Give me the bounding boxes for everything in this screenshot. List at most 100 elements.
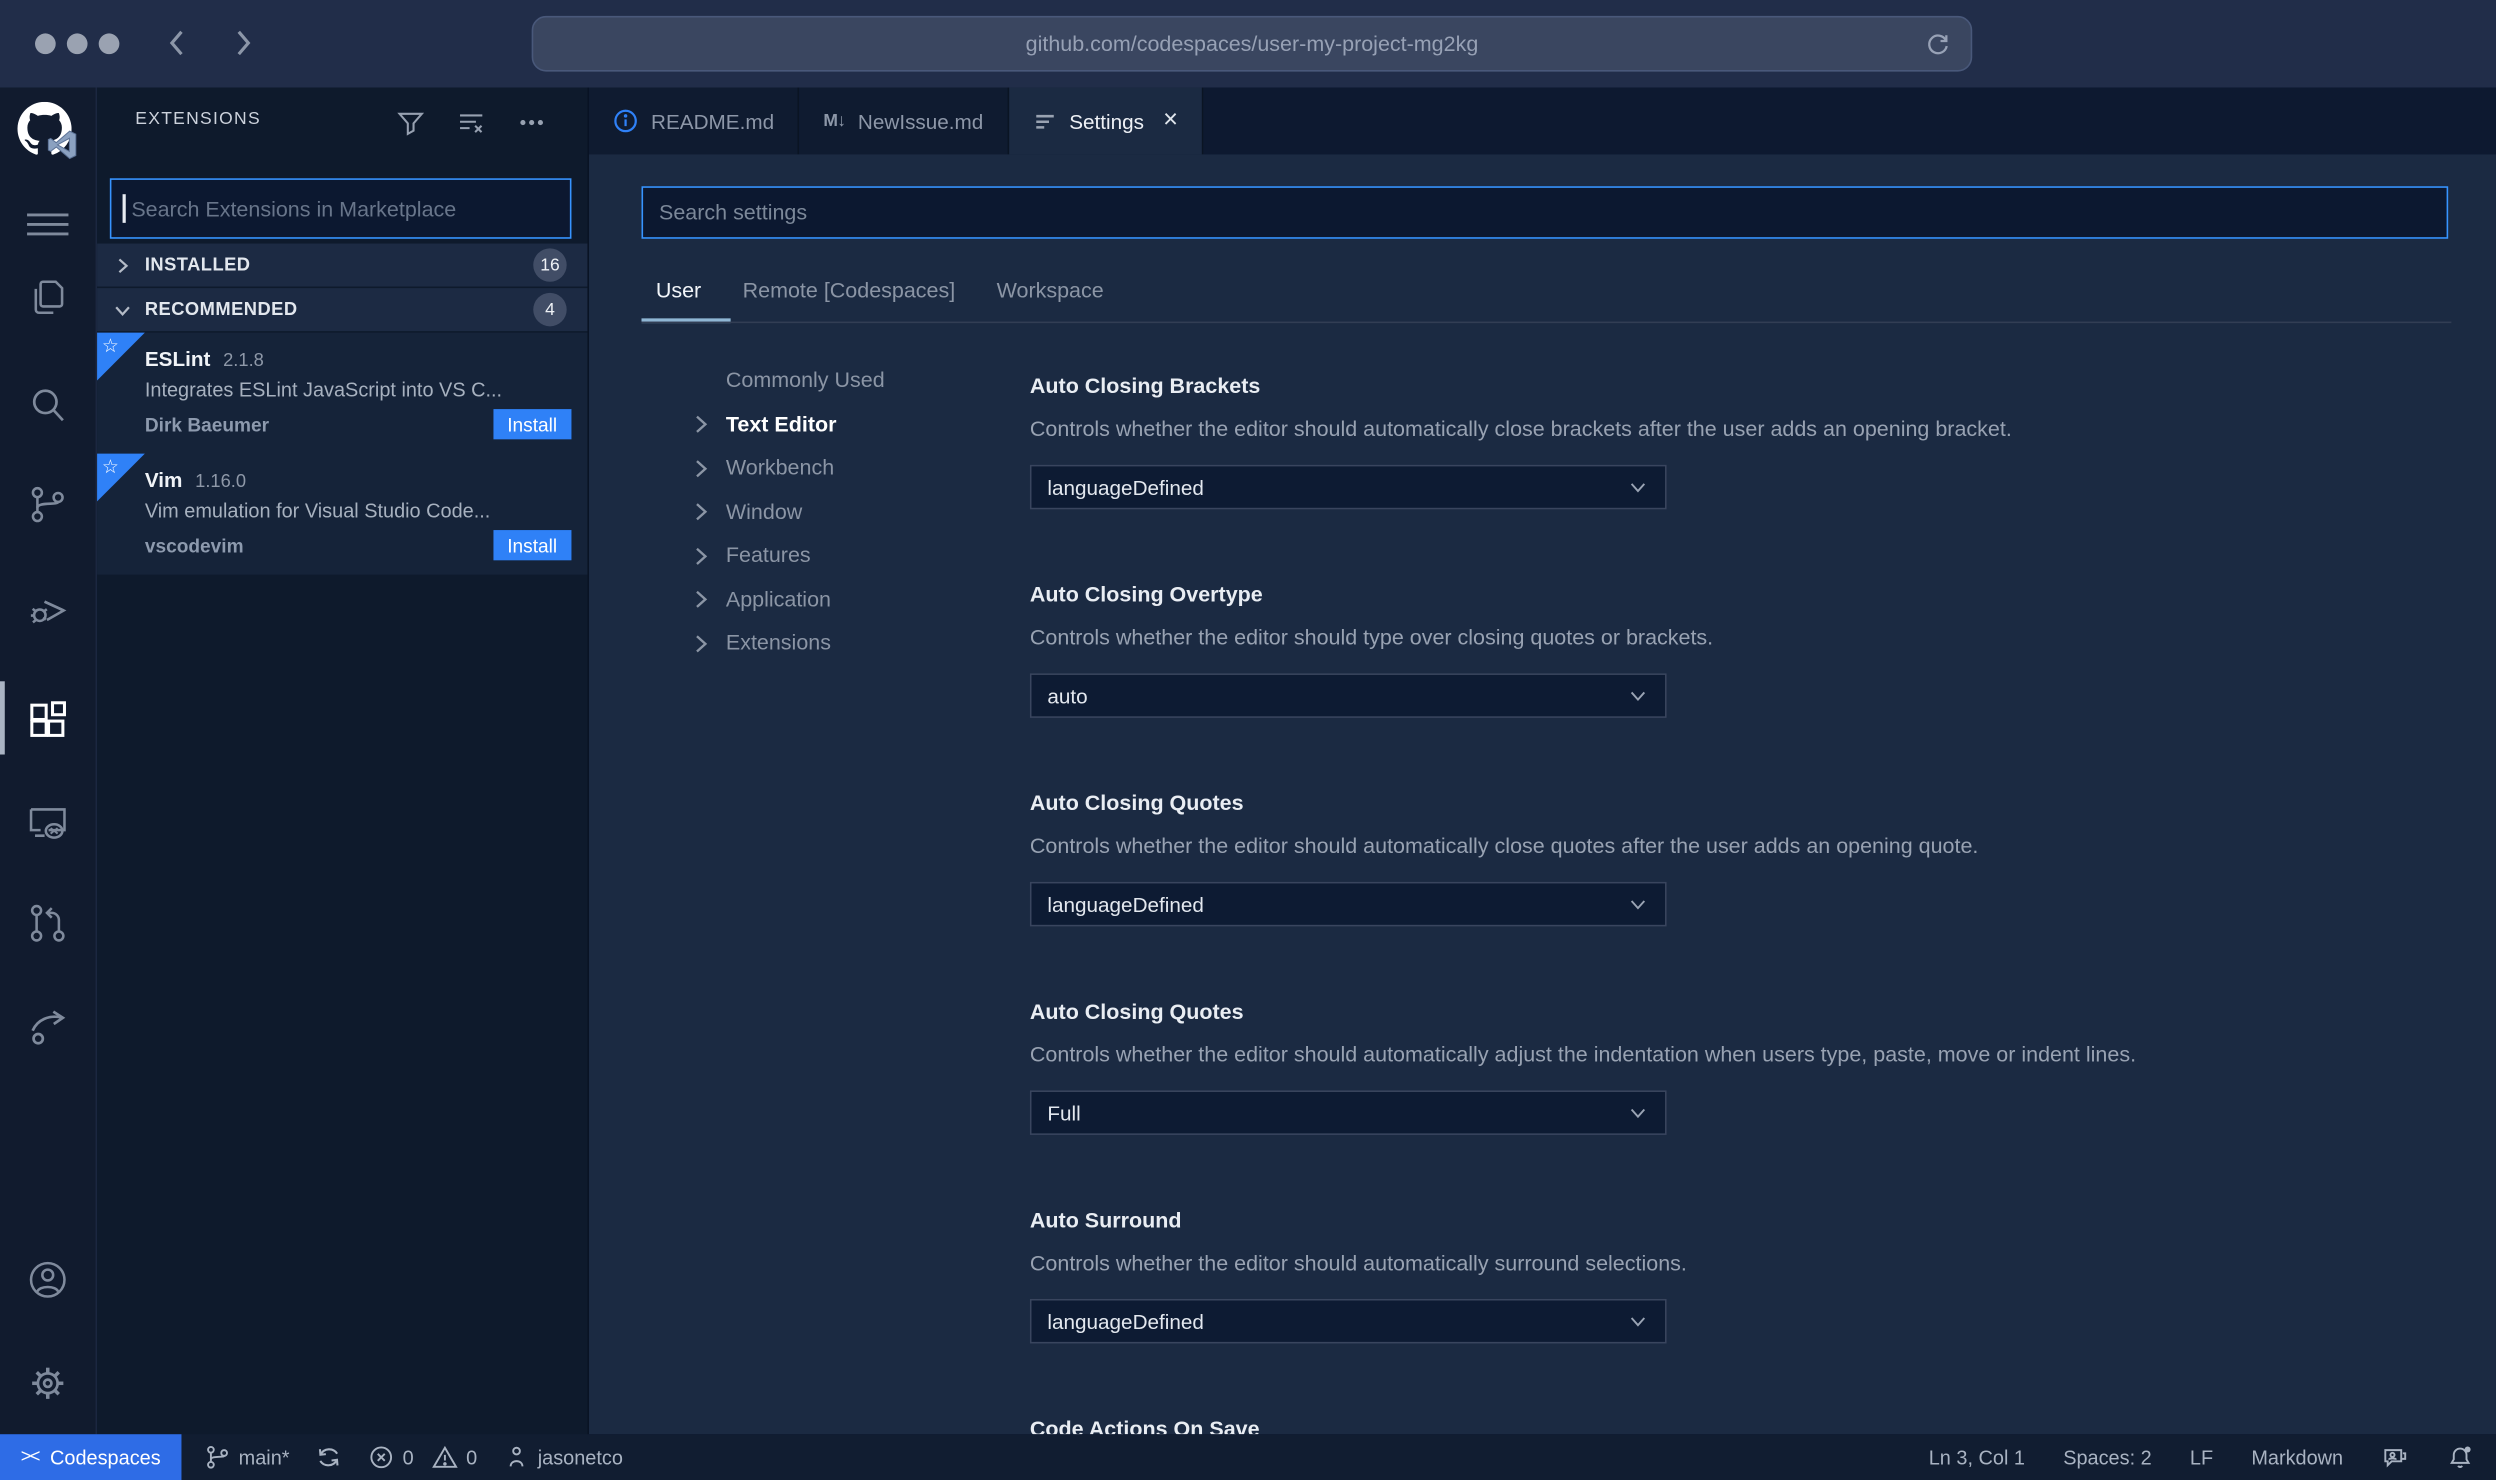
- window-close-dot[interactable]: [35, 33, 56, 55]
- install-button[interactable]: Install: [492, 409, 572, 440]
- tab-newissue[interactable]: M↓ NewIssue.md: [799, 87, 1009, 155]
- close-icon[interactable]: ×: [1163, 107, 1178, 133]
- app-window: github.com/codespaces/user-my-project-mg…: [0, 0, 2496, 1480]
- setting-dropdown[interactable]: languageDefined: [1029, 881, 1667, 927]
- setting-dropdown[interactable]: auto: [1029, 673, 1667, 718]
- problems-indicator[interactable]: 0 0: [368, 1444, 477, 1471]
- settings-gear-icon[interactable]: [25, 1361, 70, 1406]
- language-mode[interactable]: Markdown: [2251, 1446, 2343, 1468]
- eol-sequence[interactable]: LF: [2190, 1446, 2213, 1468]
- activity-bar: [0, 87, 98, 1435]
- recommended-count-badge: 4: [533, 292, 567, 327]
- active-view-indicator: [0, 681, 5, 755]
- remote-explorer-icon[interactable]: [25, 801, 70, 846]
- more-actions-icon[interactable]: [517, 108, 546, 137]
- account-icon[interactable]: [25, 1258, 70, 1303]
- setting-description: Controls whether the editor should autom…: [1029, 1042, 2137, 1067]
- tree-item-window[interactable]: Window: [661, 489, 1011, 533]
- extensions-icon[interactable]: [25, 697, 70, 742]
- extension-description: Integrates ESLint JavaScript into VS C..…: [144, 378, 503, 402]
- extension-description: Vim emulation for Visual Studio Code...: [144, 499, 491, 523]
- sync-button[interactable]: [315, 1444, 342, 1471]
- chevron-right-icon: [688, 499, 715, 524]
- filter-icon[interactable]: [396, 108, 425, 137]
- codespaces-remote-button[interactable]: >< Codespaces: [0, 1434, 182, 1480]
- window-minimize-dot[interactable]: [66, 33, 88, 55]
- section-label: INSTALLED: [144, 255, 251, 275]
- setting-description: Controls whether the editor should autom…: [1029, 1251, 1687, 1276]
- tree-item-workbench[interactable]: Workbench: [661, 446, 1011, 490]
- back-icon[interactable]: [159, 24, 197, 62]
- search-icon[interactable]: [25, 384, 70, 429]
- source-control-icon[interactable]: [25, 482, 70, 527]
- tree-item-features[interactable]: Features: [661, 533, 1011, 577]
- branch-indicator[interactable]: main*: [204, 1444, 290, 1471]
- person-icon: [503, 1444, 530, 1471]
- clear-extensions-icon[interactable]: [457, 108, 486, 137]
- scope-tab-remote[interactable]: Remote [Codespaces]: [743, 279, 956, 303]
- settings-tree: Commonly Used Text Editor Workbench Wind…: [661, 358, 1011, 664]
- indentation[interactable]: Spaces: 2: [2063, 1446, 2151, 1468]
- feedback-icon[interactable]: [2381, 1444, 2408, 1471]
- extension-item-vim[interactable]: ☆ Vim 1.16.0 Vim emulation for Visual St…: [97, 453, 587, 575]
- window-maximize-dot[interactable]: [98, 33, 120, 55]
- scope-tab-user[interactable]: User: [656, 279, 701, 303]
- forward-icon[interactable]: [223, 24, 261, 62]
- user-indicator[interactable]: jasonetco: [503, 1444, 623, 1471]
- cursor-position[interactable]: Ln 3, Col 1: [1929, 1446, 2025, 1468]
- sidebar-title: EXTENSIONS: [135, 109, 261, 129]
- codespaces-label: Codespaces: [50, 1446, 161, 1469]
- extension-item-eslint[interactable]: ☆ ESLint 2.1.8 Integrates ESLint JavaScr…: [97, 332, 587, 454]
- share-icon[interactable]: [25, 1004, 70, 1049]
- window-controls[interactable]: [35, 33, 120, 55]
- star-icon: ☆: [101, 455, 120, 478]
- setting-title: Auto Closing Quotes: [1029, 999, 1244, 1024]
- settings-search-input[interactable]: [643, 200, 2447, 225]
- install-button[interactable]: Install: [492, 530, 572, 561]
- setting-title: Auto Closing Overtype: [1029, 582, 1263, 607]
- tree-item-commonly-used[interactable]: Commonly Used: [661, 358, 1011, 402]
- extension-publisher: vscodevim: [144, 534, 244, 557]
- section-installed[interactable]: INSTALLED 16: [97, 243, 588, 287]
- section-recommended[interactable]: RECOMMENDED 4: [97, 288, 588, 332]
- chevron-right-icon: [688, 411, 715, 436]
- reload-icon[interactable]: [1923, 29, 1953, 59]
- setting-dropdown[interactable]: languageDefined: [1029, 464, 1667, 510]
- run-debug-icon[interactable]: [25, 586, 70, 631]
- info-icon: [614, 109, 637, 133]
- settings-editor-icon: [1035, 114, 1054, 128]
- setting-dropdown[interactable]: Full: [1029, 1090, 1667, 1135]
- explorer-icon[interactable]: [25, 275, 70, 320]
- extension-name: Vim: [144, 467, 183, 492]
- tab-settings[interactable]: Settings ×: [1008, 87, 1204, 155]
- settings-search-box[interactable]: [641, 186, 2449, 239]
- chevron-down-icon: [1627, 1310, 1649, 1332]
- tab-readme[interactable]: README.md: [588, 87, 800, 155]
- extensions-sidebar: EXTENSIONS Search Extensions in Marketpl…: [97, 87, 589, 1435]
- extensions-search-box[interactable]: [109, 178, 572, 239]
- tree-item-application[interactable]: Application: [661, 577, 1011, 621]
- menu-hamburger-icon[interactable]: [25, 202, 70, 247]
- setting-dropdown[interactable]: languageDefined: [1029, 1298, 1667, 1344]
- tree-item-text-editor[interactable]: Text Editor: [661, 402, 1011, 446]
- tab-label: NewIssue.md: [857, 109, 984, 133]
- scope-tab-workspace[interactable]: Workspace: [997, 279, 1104, 303]
- remote-icon: ><: [20, 1446, 41, 1467]
- extension-version: 1.16.0: [195, 472, 247, 492]
- extensions-search-input[interactable]: [124, 196, 570, 221]
- status-bar: >< Codespaces main* 0 0 jasonetco Ln 3, …: [0, 1434, 2496, 1480]
- notifications-bell-icon[interactable]: [2447, 1444, 2474, 1471]
- chevron-right-icon: [110, 252, 135, 277]
- setting-auto-closing-quotes: Auto Closing Quotes Controls whether the…: [1029, 788, 2479, 927]
- sync-icon: [315, 1444, 342, 1471]
- setting-code-actions-on-save: Code Actions On Save: [1030, 1414, 2479, 1435]
- tree-item-extensions[interactable]: Extensions: [661, 621, 1011, 665]
- address-bar[interactable]: github.com/codespaces/user-my-project-mg…: [531, 15, 1973, 72]
- sidebar-header: EXTENSIONS: [97, 88, 587, 155]
- settings-entries: Auto Closing Brackets Controls whether t…: [1029, 371, 2479, 1435]
- setting-auto-surround: Auto Surround Controls whether the edito…: [1029, 1205, 2479, 1344]
- chevron-down-icon: [1627, 893, 1649, 915]
- setting-title: Auto Surround: [1029, 1208, 1182, 1233]
- star-icon: ☆: [101, 334, 120, 357]
- pull-requests-icon[interactable]: [25, 901, 70, 946]
